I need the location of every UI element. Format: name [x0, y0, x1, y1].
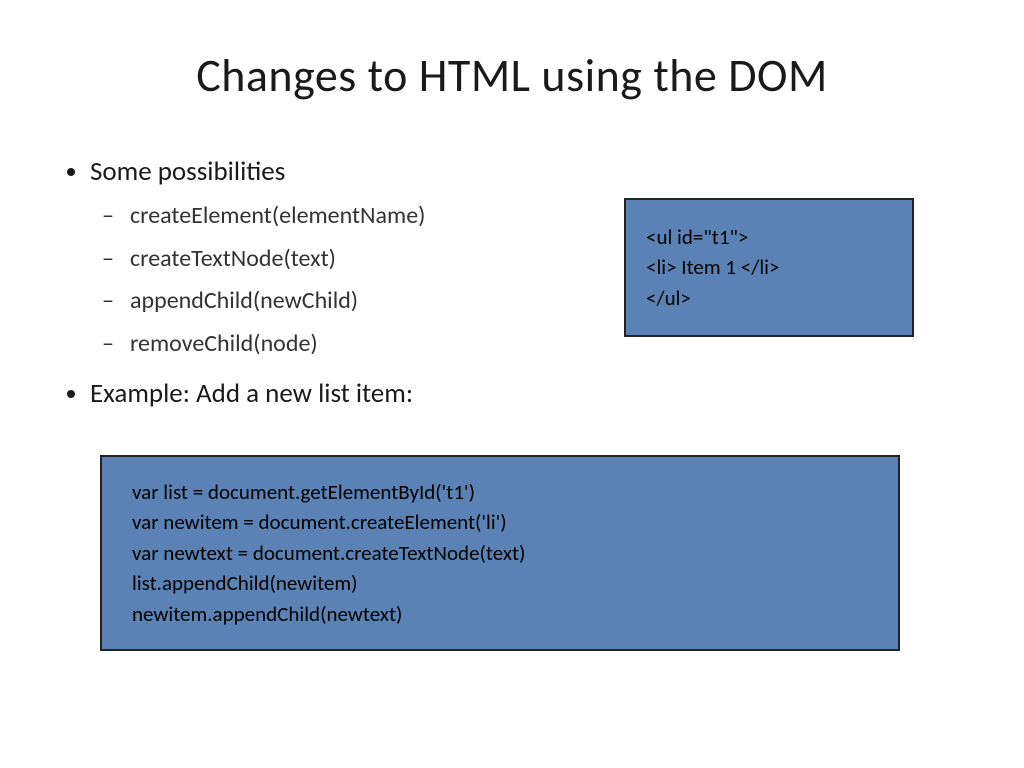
code-line: <li> Item 1 </li>	[646, 252, 892, 282]
code-line: var newitem = document.createElement('li…	[132, 507, 868, 537]
js-code-box: var list = document.getElementById('t1')…	[100, 455, 900, 651]
code-line: newitem.appendChild(newtext)	[132, 599, 868, 629]
slide-title: Changes to HTML using the DOM	[60, 48, 964, 104]
html-snippet-box: <ul id="t1"> <li> Item 1 </li> </ul>	[624, 198, 914, 337]
bullet-heading-example: Example: Add a new list item:	[90, 376, 964, 412]
slide: Changes to HTML using the DOM Some possi…	[0, 0, 1024, 768]
code-line: <ul id="t1">	[646, 222, 892, 252]
bullet-heading-text: Some possibilities	[90, 155, 285, 188]
code-line: list.appendChild(newitem)	[132, 568, 868, 598]
code-line: var list = document.getElementById('t1')	[132, 477, 868, 507]
code-line: </ul>	[646, 283, 892, 313]
code-line: var newtext = document.createTextNode(te…	[132, 538, 868, 568]
